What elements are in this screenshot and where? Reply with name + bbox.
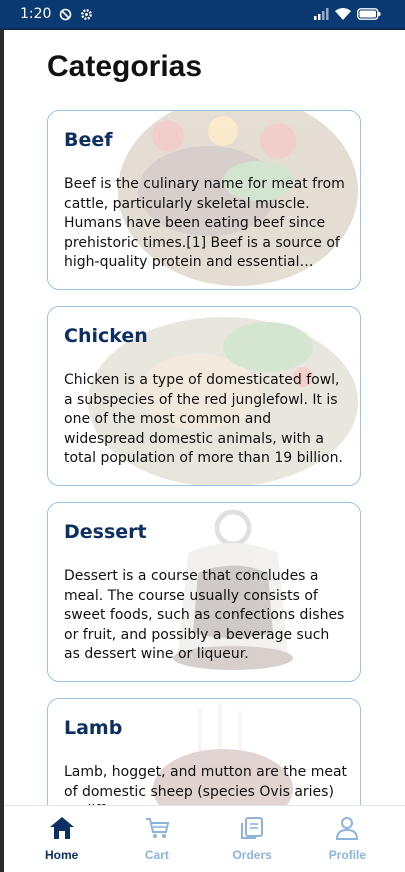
nav-orders-label: Orders (232, 848, 272, 862)
home-icon (49, 816, 75, 844)
category-card-beef[interactable]: Beef Beef is the culinary name for meat … (47, 110, 361, 290)
nav-profile-label: Profile (328, 848, 367, 862)
dnd-icon (59, 8, 72, 21)
nav-home[interactable]: Home (22, 816, 102, 862)
category-title: Lamb (64, 717, 123, 739)
category-title: Chicken (64, 325, 148, 347)
orders-icon (239, 816, 265, 844)
category-card-chicken[interactable]: Chicken Chicken is a type of domesticate… (47, 306, 361, 486)
category-list: Beef Beef is the culinary name for meat … (47, 110, 361, 872)
category-card-dessert[interactable]: Dessert Dessert is a course that conclud… (47, 502, 361, 682)
category-description: Dessert is a course that concludes a mea… (64, 568, 345, 662)
wifi-icon (335, 8, 351, 20)
cart-icon (144, 816, 170, 844)
nav-home-label: Home (44, 848, 79, 862)
status-time: 1:20 (20, 6, 52, 22)
battery-icon (357, 8, 381, 20)
signal-icon (313, 8, 329, 20)
profile-icon (334, 816, 360, 844)
category-description: Chicken is a type of domesticated fowl, … (64, 372, 343, 466)
nav-cart-label: Cart (144, 848, 169, 862)
nav-orders[interactable]: Orders (212, 816, 292, 862)
status-bar: 1:20 (0, 0, 405, 30)
nav-cart[interactable]: Cart (117, 816, 197, 862)
category-description: Beef is the culinary name for meat from … (64, 176, 345, 270)
bottom-navigation: Home Cart Orders Profile (4, 805, 405, 872)
category-title: Dessert (64, 521, 147, 543)
nav-profile[interactable]: Profile (307, 816, 387, 862)
category-title: Beef (64, 129, 113, 151)
app-screen: Categorias Beef Beef is the culinary nam… (4, 30, 405, 872)
settings-gear-icon (80, 8, 93, 21)
page-title: Categorias (47, 50, 203, 83)
